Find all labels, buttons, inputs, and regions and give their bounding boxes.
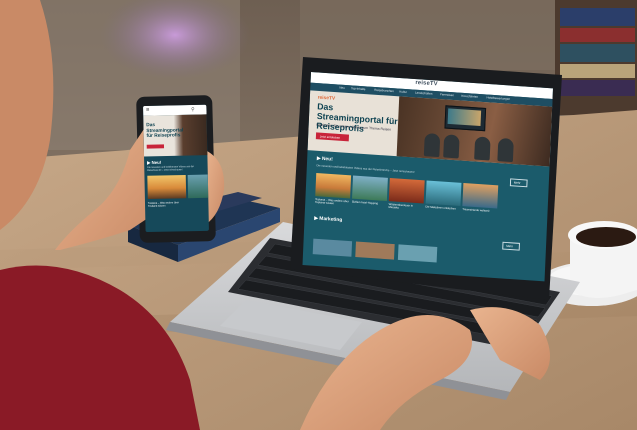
nav-item[interactable]: Hotelbewertungen: [486, 96, 510, 101]
hero-person: [443, 134, 460, 159]
video-caption: Sizilien Insel-Hopping: [351, 199, 379, 206]
phone-screen: ≡ ⚲ Das Streamingportal für Reiseprofis …: [143, 104, 209, 233]
nav-item[interactable]: Reisebranchen: [374, 88, 394, 93]
hero-tv-screen: [447, 108, 482, 127]
video-caption: Die Malediven entdecken: [425, 204, 456, 211]
more-label: Mehr: [513, 180, 521, 185]
video-tile[interactable]: [352, 175, 388, 202]
nav-item[interactable]: Kreuzfahrten: [461, 94, 478, 99]
nav-item[interactable]: Landschaften: [415, 91, 433, 96]
hero-cta-label: Jetzt entdecken: [319, 134, 341, 140]
mobile-section-subtitle: Die neuesten und beliebtesten Videos aus…: [147, 165, 195, 172]
more-button[interactable]: Mehr: [509, 178, 528, 188]
hero-person: [423, 132, 441, 158]
video-tile[interactable]: [462, 182, 499, 209]
mobile-video-tile[interactable]: [147, 174, 187, 200]
video-caption: Toskana – Was andere über Toskana wissen: [314, 197, 349, 206]
hero-person: [474, 136, 491, 161]
mobile-cta-button[interactable]: [146, 144, 165, 149]
hero-logo: reiseTV: [317, 94, 336, 102]
search-icon[interactable]: ⚲: [191, 107, 195, 113]
laptop-screen: reiseTV Neu Top-Inhalte Reisebranchen Ku…: [302, 72, 553, 282]
mobile-video-caption: Toskana – Was andere über Toskana wissen: [147, 201, 179, 208]
nav-item[interactable]: Neu: [339, 86, 345, 90]
menu-icon[interactable]: ≡: [146, 108, 149, 114]
video-tile[interactable]: [425, 180, 462, 206]
more-button[interactable]: Mehr: [502, 241, 520, 251]
video-tile[interactable]: [315, 173, 352, 199]
section-new-title: ▶ Neu!: [316, 155, 333, 163]
nav-item[interactable]: Top-Inhalte: [351, 86, 366, 91]
video-caption: Traumstrände weltweit: [462, 207, 490, 213]
video-tile[interactable]: [355, 241, 395, 260]
bookshelf: [555, 0, 637, 115]
video-tile[interactable]: [312, 238, 353, 257]
section-marketing-title: ▶ Marketing: [314, 215, 343, 224]
hero-person: [497, 137, 514, 163]
more-label: Mehr: [506, 243, 513, 249]
video-tile[interactable]: [388, 177, 425, 204]
video-caption: Wüstenabenteuer in Marokko: [388, 202, 414, 210]
section-new-subtitle: Die neuesten und beliebtesten Videos aus…: [316, 163, 415, 174]
video-tile[interactable]: [397, 244, 438, 263]
nav-item[interactable]: Kultur: [399, 90, 407, 94]
mobile-hero-title: Das Streamingportal für Reiseprofis: [146, 122, 184, 140]
mobile-video-tile[interactable]: [187, 174, 209, 199]
nav-item[interactable]: Fernreisen: [440, 92, 454, 97]
